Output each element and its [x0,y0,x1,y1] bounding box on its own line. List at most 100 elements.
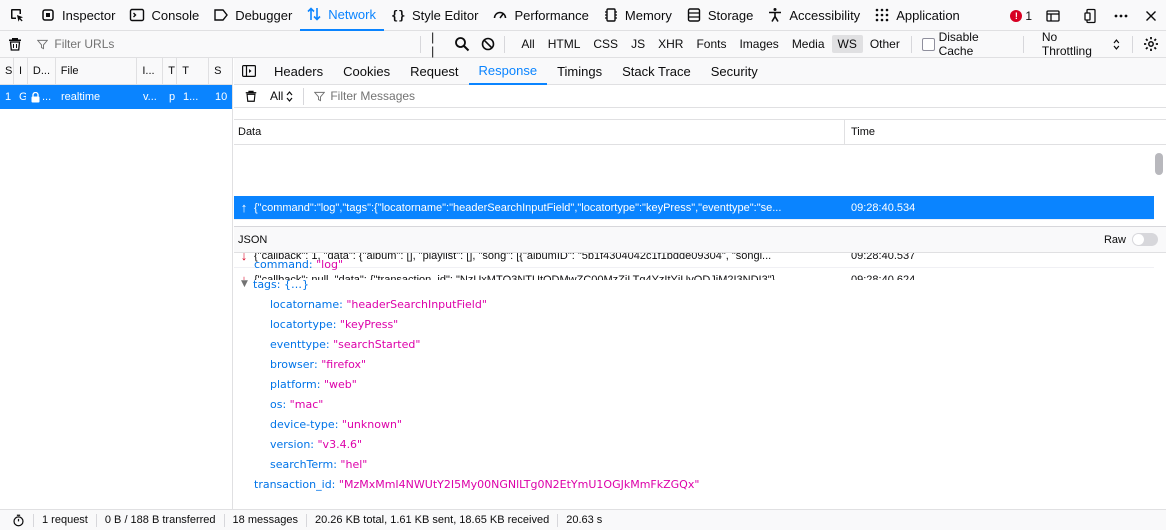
tool-tab-label: Inspector [62,7,116,23]
tab-security[interactable]: Security [701,58,768,85]
message-type-select[interactable]: All [270,89,293,103]
json-key: os [270,397,283,411]
element-picker-button[interactable] [0,0,34,31]
type-filter-media[interactable]: Media [786,35,831,53]
json-value: "headerSearchInputField" [346,297,487,311]
json-node-transaction-id[interactable]: transaction_id: "MzMxMmI4NWUtY2I5My00NGN… [234,474,1166,494]
block-requests-button[interactable] [475,31,500,58]
search-button[interactable] [449,31,474,58]
error-count-indicator[interactable]: ! 1 [1004,9,1038,23]
column-status[interactable]: S [0,57,14,85]
json-node-locatortype[interactable]: locatortype: "keyPress" [234,314,1166,334]
close-devtools-button[interactable] [1136,0,1166,31]
tool-tab-console[interactable]: Console [123,0,207,31]
type-filter-js[interactable]: JS [625,35,651,53]
message-filter-bar: All Filter Messages [234,85,1166,108]
request-file: realtime [61,91,101,103]
pause-recording-button[interactable]: | | [425,30,449,58]
type-filter-fonts[interactable]: Fonts [690,35,732,53]
filter-icon [314,91,326,101]
devtools-toolbar: Inspector Console Debugger Network {} Style E… [0,0,1166,31]
column-type[interactable]: T [163,57,178,85]
raw-toggle[interactable]: Raw [1104,233,1158,246]
json-node-platform[interactable]: platform: "web" [234,374,1166,394]
json-colon: : [339,297,347,311]
responsive-design-icon [1084,8,1096,23]
json-key: searchTerm [270,457,334,471]
tab-headers[interactable]: Headers [264,58,333,85]
type-filter-images[interactable]: Images [733,35,784,53]
json-tags-summary: {…} [283,277,309,291]
tool-tab-debugger[interactable]: Debugger [207,0,300,31]
json-node-searchterm[interactable]: searchTerm: "hel" [234,454,1166,474]
filter-messages-placeholder: Filter Messages [330,89,416,103]
toggle-switch[interactable] [1132,233,1158,246]
json-key: browser [270,357,315,371]
type-filter-xhr[interactable]: XHR [652,35,689,53]
filter-urls-input[interactable]: Filter URLs [29,37,416,51]
panel-toggle-icon [242,65,256,77]
dock-sidebar-button[interactable] [1038,0,1068,31]
json-node-version[interactable]: version: "v3.4.6" [234,434,1166,454]
json-node-os[interactable]: os: "mac" [234,394,1166,414]
tool-tab-network[interactable]: Network [300,0,384,31]
tab-stack-trace[interactable]: Stack Trace [612,58,701,85]
json-node-command[interactable]: command: "log" [234,254,1166,274]
checkbox-box[interactable] [921,37,935,51]
json-node-device-type[interactable]: device-type: "unknown" [234,414,1166,434]
column-file[interactable]: File [56,57,138,85]
tab-request[interactable]: Request [400,58,468,85]
tab-cookies[interactable]: Cookies [333,58,400,85]
column-domain[interactable]: D... [28,57,56,85]
type-filter-css[interactable]: CSS [587,35,624,53]
json-node-tags[interactable]: ▼ tags: {…} [234,274,1166,294]
request-row[interactable]: 1 G ... realtime v... p 1... 10 [0,85,232,109]
tool-tab-application[interactable]: Application [868,0,968,31]
messages-scrollbar[interactable] [1155,153,1163,175]
filter-messages-input[interactable]: Filter Messages [314,89,415,103]
status-request-count: 1 request [34,513,97,527]
tool-tab-accessibility[interactable]: Accessibility [761,0,868,31]
trash-icon[interactable] [244,89,258,103]
request-initiator: v... [143,91,157,103]
expand-arrow-icon[interactable]: ▼ [241,279,253,289]
tab-timings[interactable]: Timings [547,58,612,85]
tool-tab-storage[interactable]: Storage [680,0,762,31]
type-filter-all[interactable]: All [515,35,540,53]
json-colon: : [316,377,324,391]
throttling-select[interactable]: No Throttling [1028,30,1128,58]
more-options-button[interactable] [1106,0,1136,31]
tool-tab-inspector[interactable]: Inspector [34,0,123,31]
clear-requests-button[interactable] [0,31,29,58]
json-key: platform [270,377,317,391]
column-size[interactable]: S [209,58,232,85]
status-transferred: 0 B / 188 B transferred [97,513,225,527]
responsive-design-button[interactable] [1076,0,1106,31]
json-node-browser[interactable]: browser: "firefox" [234,354,1166,374]
performance-analysis-button[interactable] [0,513,34,527]
tool-tab-memory[interactable]: Memory [597,0,680,31]
json-colon: : [310,437,318,451]
column-data[interactable]: Data [234,119,845,145]
network-settings-button[interactable] [1137,31,1166,58]
message-row[interactable]: ↑ {"command":"log","tags":{"locatorname":… [234,196,1154,220]
disable-cache-checkbox[interactable]: Disable Cache [921,30,1015,58]
type-filter-html[interactable]: HTML [542,35,587,53]
json-node-locatorname[interactable]: locatorname: "headerSearchInputField" [234,294,1166,314]
column-method[interactable]: I [14,57,28,85]
column-time[interactable]: Time [845,126,875,138]
tool-tab-performance[interactable]: Performance [486,0,596,31]
column-initiator[interactable]: I... [137,57,164,85]
toggle-request-list-button[interactable] [234,58,264,85]
memory-icon [603,7,619,23]
application-icon [874,7,890,23]
column-transferred[interactable]: T [177,57,210,85]
tab-response[interactable]: Response [468,58,548,85]
tool-tab-style-editor[interactable]: {} Style Editor [384,0,486,31]
type-filter-other[interactable]: Other [864,35,906,53]
json-label: JSON [238,233,268,246]
element-picker-icon [11,9,23,22]
type-filter-ws[interactable]: WS [831,35,863,53]
json-node-eventtype[interactable]: eventtype: "searchStarted" [234,334,1166,354]
json-value: "keyPress" [339,317,399,331]
